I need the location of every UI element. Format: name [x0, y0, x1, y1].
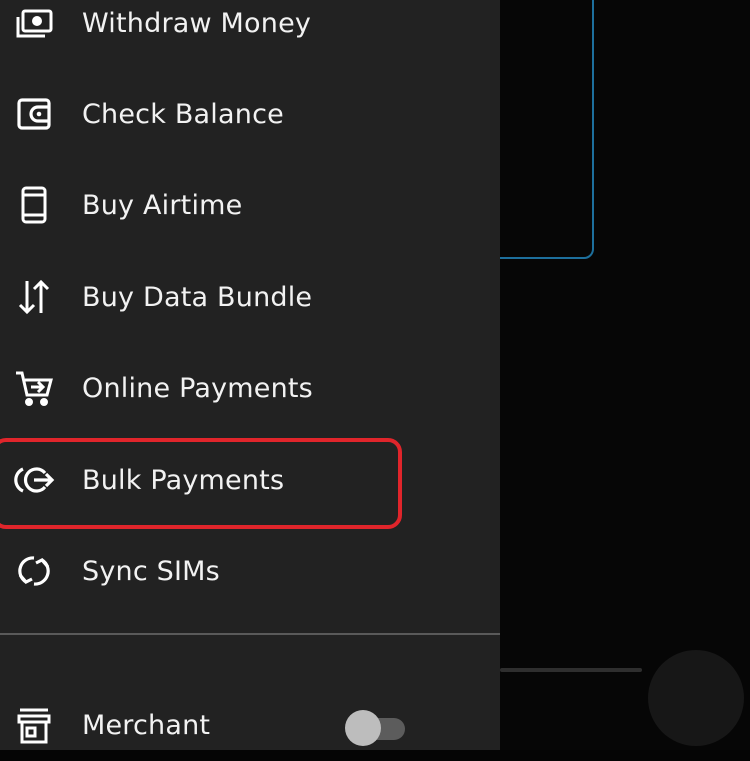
menu-item-label: Withdraw Money	[82, 8, 312, 39]
menu-item-withdraw-money[interactable]: Withdraw Money	[0, 0, 500, 59]
store-icon	[12, 703, 56, 747]
menu-item-merchant[interactable]: Merchant	[0, 691, 500, 761]
wallet-icon	[12, 92, 56, 136]
up-down-arrows-icon	[12, 275, 56, 319]
background-divider	[500, 668, 642, 672]
menu-item-buy-airtime[interactable]: Buy Airtime	[0, 171, 500, 241]
navigation-drawer: Withdraw Money Check Balance Buy Airtime	[0, 0, 500, 750]
cart-icon	[12, 366, 56, 410]
menu-item-label: Online Payments	[82, 373, 313, 404]
menu-item-sync-sims[interactable]: Sync SIMs	[0, 537, 500, 607]
menu-item-label: Buy Airtime	[82, 190, 243, 221]
menu-item-label: Bulk Payments	[82, 465, 285, 496]
bulk-payments-icon	[12, 458, 56, 502]
merchant-toggle[interactable]	[345, 710, 407, 746]
toggle-knob	[345, 710, 381, 746]
menu-item-label: Buy Data Bundle	[82, 282, 313, 313]
menu-item-label: Merchant	[82, 710, 211, 741]
floating-action-button[interactable]	[648, 650, 744, 746]
withdraw-money-icon	[12, 1, 56, 45]
menu-item-check-balance[interactable]: Check Balance	[0, 80, 500, 150]
menu-item-label: Sync SIMs	[82, 556, 220, 587]
menu-item-online-payments[interactable]: Online Payments	[0, 354, 500, 424]
menu-item-buy-data-bundle[interactable]: Buy Data Bundle	[0, 263, 500, 333]
divider	[0, 633, 500, 635]
phone-icon	[12, 183, 56, 227]
menu-item-label: Check Balance	[82, 99, 284, 130]
sync-icon	[12, 549, 56, 593]
menu-item-bulk-payments[interactable]: Bulk Payments	[0, 446, 500, 516]
